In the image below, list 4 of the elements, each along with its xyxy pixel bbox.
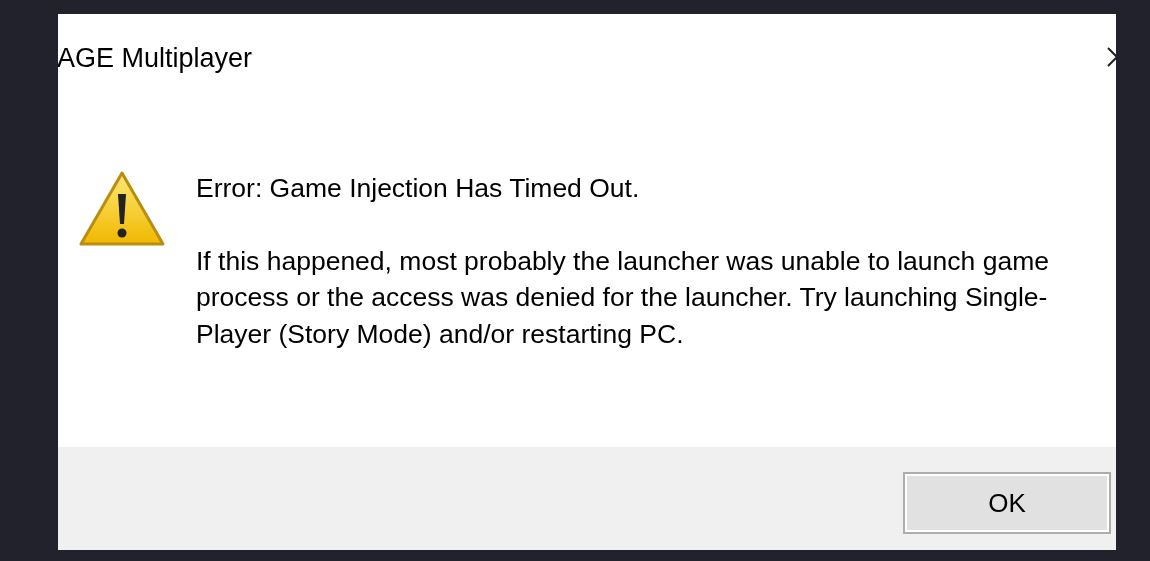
error-message: If this happened, most probably the launcher was unable to launch game process or the access was denied for the launcher. Try launching Single-Player (Story Mode) and/or restarting PC. (196, 244, 1050, 351)
ok-button[interactable]: OK (903, 472, 1111, 534)
warning-icon (78, 170, 166, 248)
error-heading: Error: Game Injection Has Timed Out. (196, 172, 641, 205)
